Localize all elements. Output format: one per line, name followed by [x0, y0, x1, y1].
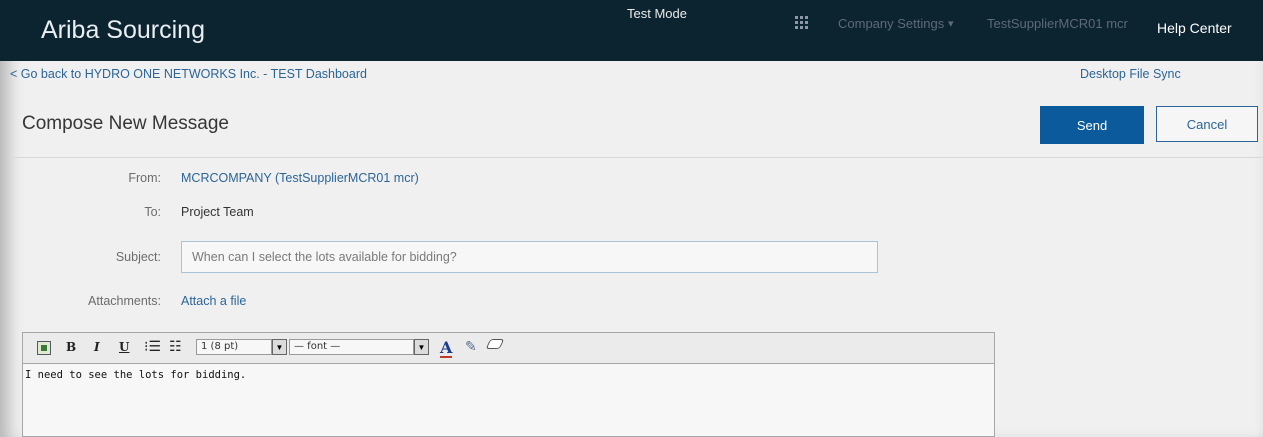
divider — [14, 157, 1263, 158]
grid-icon[interactable] — [795, 16, 811, 30]
font-family-select[interactable]: — font — — [289, 339, 414, 355]
chevron-down-icon[interactable]: ▼ — [414, 339, 429, 355]
app-title: Ariba Sourcing — [41, 16, 205, 44]
ordered-list-icon[interactable]: ⁝☰ — [144, 338, 161, 355]
message-editor: B I U ⁝☰ ☷ 1 (8 pt) ▼ — font — ▼ A ✎ I n… — [22, 332, 995, 437]
user-menu[interactable]: TestSupplierMCR01 mcr — [987, 16, 1128, 31]
eraser-icon[interactable] — [485, 339, 505, 349]
html-mode-icon[interactable] — [37, 341, 51, 355]
italic-button[interactable]: I — [94, 340, 100, 354]
bold-button[interactable]: B — [66, 340, 76, 354]
chevron-down-icon[interactable]: ▾ — [948, 17, 954, 30]
desktop-file-sync-link[interactable]: Desktop File Sync — [1080, 67, 1181, 81]
page-title: Compose New Message — [22, 113, 229, 134]
editor-body-text[interactable]: I need to see the lots for bidding. — [25, 369, 246, 381]
from-value-link[interactable]: MCRCOMPANY (TestSupplierMCR01 mcr) — [181, 171, 419, 185]
cancel-button[interactable]: Cancel — [1156, 106, 1258, 142]
test-mode-label: Test Mode — [627, 6, 687, 21]
attach-file-link[interactable]: Attach a file — [181, 294, 246, 308]
top-bar: Ariba Sourcing Test Mode Company Setting… — [0, 0, 1263, 61]
underline-button[interactable]: U — [119, 340, 129, 354]
attachments-label: Attachments: — [88, 294, 161, 308]
editor-toolbar: B I U ⁝☰ ☷ 1 (8 pt) ▼ — font — ▼ A ✎ — [23, 333, 994, 364]
unordered-list-icon[interactable]: ☷ — [169, 338, 182, 355]
font-color-icon[interactable]: A — [440, 338, 452, 358]
font-size-select[interactable]: 1 (8 pt) — [196, 339, 272, 355]
to-label: To: — [144, 205, 161, 219]
subject-label: Subject: — [115, 250, 161, 264]
highlight-color-icon[interactable]: ✎ — [465, 338, 477, 355]
subject-input[interactable] — [181, 241, 878, 273]
back-to-dashboard-link[interactable]: < Go back to HYDRO ONE NETWORKS Inc. - T… — [10, 67, 367, 81]
to-value: Project Team — [181, 205, 254, 219]
help-center-link[interactable]: Help Center — [1157, 20, 1232, 36]
send-button[interactable]: Send — [1040, 106, 1144, 144]
chevron-down-icon[interactable]: ▼ — [272, 339, 287, 355]
from-label: From: — [128, 171, 161, 185]
company-settings-menu[interactable]: Company Settings — [838, 16, 944, 31]
